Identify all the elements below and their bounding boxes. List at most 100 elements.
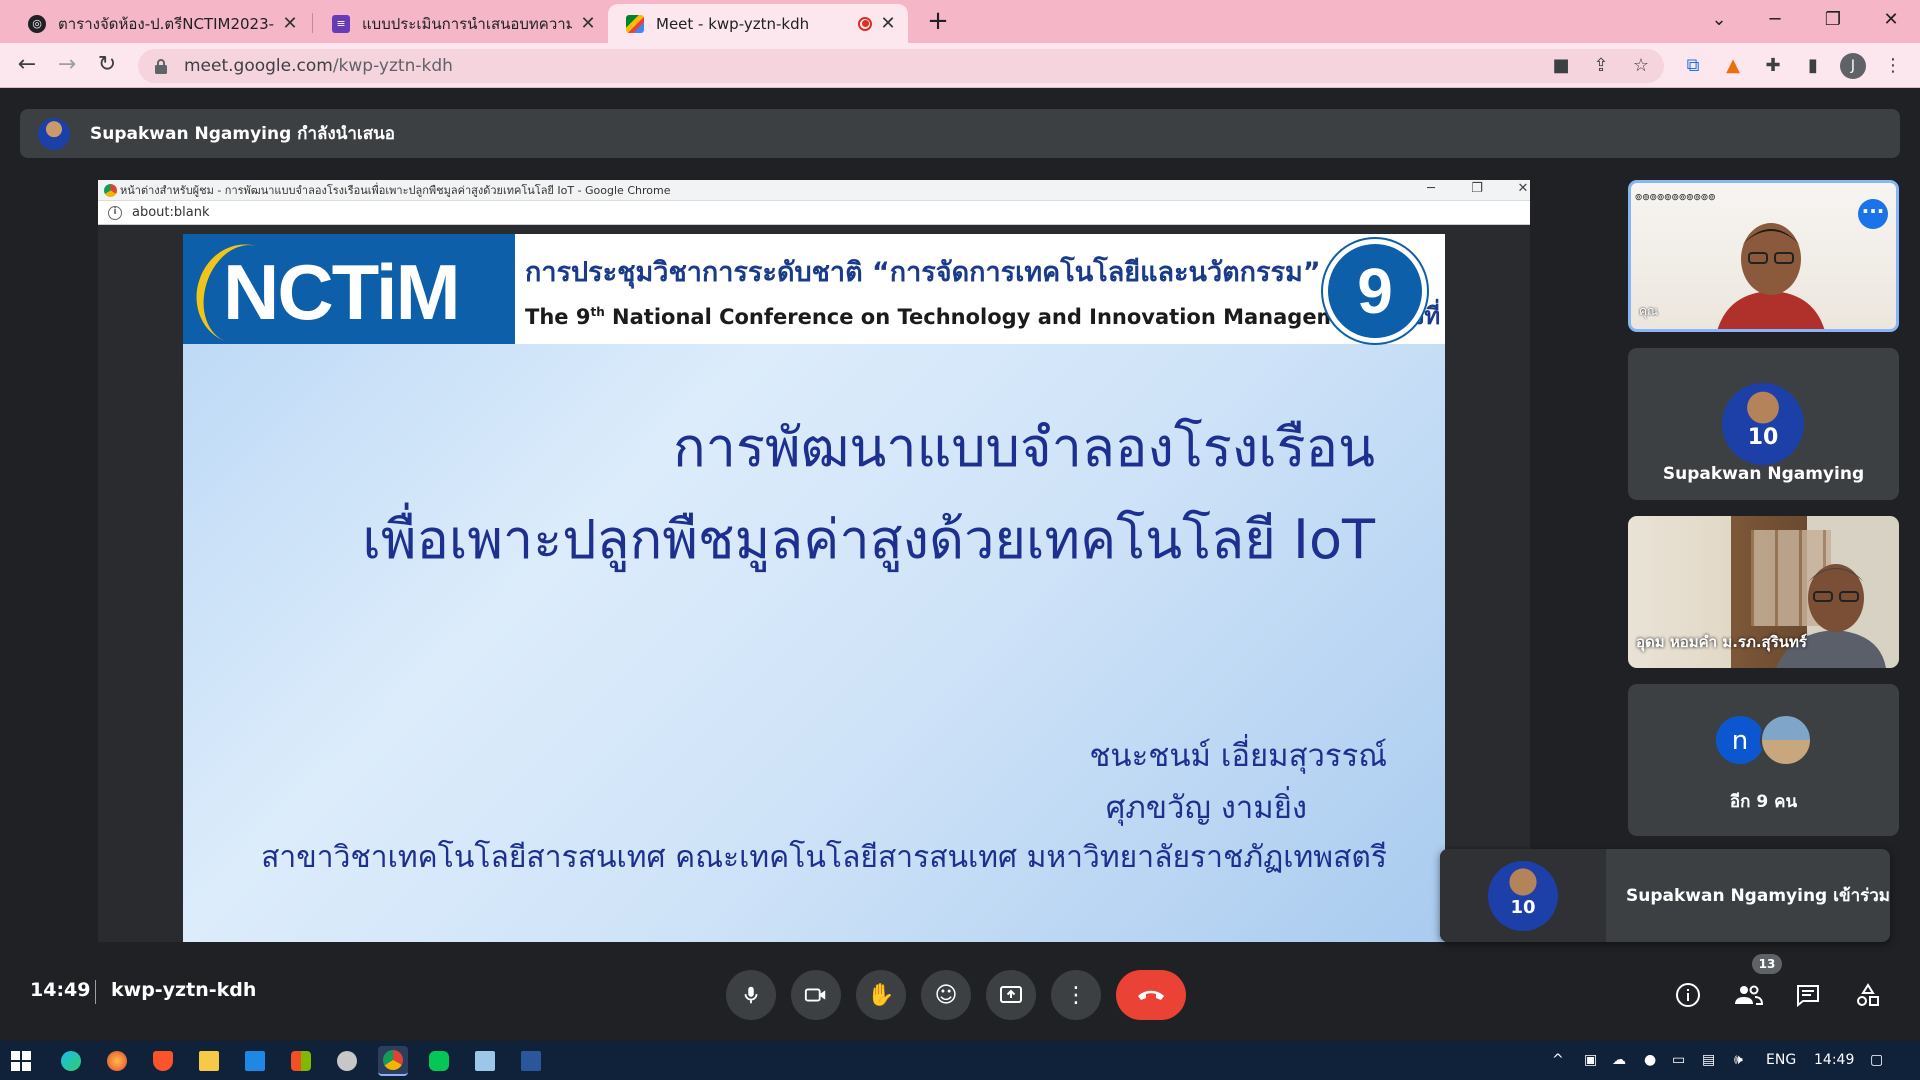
microphone-button[interactable] [726, 970, 776, 1020]
line-app[interactable] [424, 1046, 454, 1076]
onedrive-icon[interactable]: ☁ [1612, 1052, 1626, 1068]
url-path: /kwp-yztn-kdh [332, 56, 453, 76]
emoji-icon: ☺ [934, 982, 958, 1008]
toast-avatar-wrap: 10 [1440, 849, 1606, 942]
conference-title-th: การประชุมวิชาการระดับชาติ “การจัดการเทคโ… [525, 257, 1321, 288]
leave-call-button[interactable] [1116, 970, 1186, 1020]
camera-in-use-icon[interactable]: ■ [1548, 53, 1574, 79]
participant-avatar-n: n [1714, 714, 1766, 766]
brave-app[interactable] [148, 1046, 178, 1076]
tray-device-icon[interactable]: ▣ [1584, 1052, 1597, 1068]
tray-chevron-icon[interactable]: ^ [1552, 1052, 1564, 1068]
participant-name: Supakwan Ngamying [1662, 464, 1865, 484]
address-bar[interactable]: meet.google.com/kwp-yztn-kdh [138, 49, 1664, 83]
tab-title: ตารางจัดห้อง-ป.ตรีNCTIM2023-ล่าสุด [58, 14, 274, 33]
word-app[interactable] [516, 1046, 546, 1076]
tab-title: แบบประเมินการนำเสนอบทความวิชาการ [362, 14, 572, 33]
participant-tile-self[interactable]: ๏๏๏๏๏๏๏๏๏๏๏ ··· คุณ [1628, 180, 1899, 332]
volume-icon[interactable]: 🕪 [1734, 1052, 1743, 1068]
extension-icon[interactable]: ▲ [1720, 53, 1746, 79]
chrome-app[interactable] [378, 1046, 408, 1076]
chrome-menu-icon[interactable]: ⋮ [1880, 53, 1906, 79]
slide-title-line2: เพื่อเพาะปลูกพืชมูลค่าสูงด้วยเทคโนโลยี I… [362, 508, 1375, 571]
close-tab-icon[interactable]: ✕ [878, 13, 898, 34]
shared-screen: หน้าต่างสำหรับผู้ชม - การพัฒนาแบบจำลองโร… [98, 180, 1530, 942]
minimize-button[interactable]: ─ [1752, 6, 1798, 36]
close-window-button[interactable]: ✕ [1868, 6, 1914, 36]
self-label: คุณ [1639, 304, 1659, 318]
windows-start-button[interactable] [6, 1046, 36, 1076]
translate-extension-icon[interactable]: ⧉ [1680, 53, 1706, 79]
firefox-app[interactable] [102, 1046, 132, 1076]
forward-button[interactable]: → [52, 51, 82, 81]
tab-meet[interactable]: Meet - kwp-yztn-kdh ✕ [608, 4, 908, 43]
share-icon[interactable]: ⇪ [1588, 53, 1614, 79]
toast-message: Supakwan Ngamying เข้าร่วม [1625, 886, 1890, 906]
chat-button[interactable] [1790, 977, 1826, 1013]
side-panel-icon[interactable]: ▮ [1800, 53, 1826, 79]
windows-taskbar: ^ ▣ ☁ ● ▭ ▤ 🕪 ENG 14:49 ▢ [0, 1041, 1920, 1080]
notification-center-icon[interactable]: ▢ [1870, 1052, 1883, 1068]
app-icon [337, 1051, 357, 1071]
back-button[interactable]: ← [12, 51, 42, 81]
conference-number: 9 [1323, 239, 1427, 343]
tab-divider [312, 13, 313, 33]
close-tab-icon[interactable]: ✕ [578, 13, 598, 34]
reactions-button[interactable]: ☺ [921, 970, 971, 1020]
more-options-button[interactable]: ⋮ [1051, 970, 1101, 1020]
folder-icon [199, 1051, 219, 1071]
shared-window-address: i about:blank [98, 201, 1530, 225]
meeting-time: 14:49 [30, 979, 91, 1001]
participant-tile-others[interactable]: n อีก 9 คน [1628, 684, 1899, 836]
slide-author-1: ชนะชนม์ เอี่ยมสุวรรณ์ [1089, 738, 1387, 774]
activities-button[interactable] [1850, 977, 1886, 1013]
present-icon [1000, 986, 1022, 1003]
participant-tile-udom[interactable]: อุดม หอมคำ ม.รภ.สุรินทร์ [1628, 516, 1899, 668]
language-indicator[interactable]: ENG [1766, 1052, 1796, 1068]
people-count-badge: 13 [1752, 954, 1782, 974]
conference-en-post: National Conference on Technology and In… [604, 305, 1378, 329]
taskbar-clock[interactable]: 14:49 [1814, 1052, 1854, 1068]
self-overlay-text: ๏๏๏๏๏๏๏๏๏๏๏ [1635, 189, 1716, 203]
more-vert-icon: ⋮ [1065, 982, 1087, 1008]
participant-tile-supakwan[interactable]: 10 Supakwan Ngamying [1628, 348, 1899, 500]
network-icon[interactable]: ▤ [1702, 1052, 1715, 1068]
camera-button[interactable] [791, 970, 841, 1020]
edge-app[interactable] [56, 1046, 86, 1076]
microphone-icon [744, 986, 758, 1004]
people-button[interactable] [1730, 977, 1766, 1013]
tab-room-schedule[interactable]: ◎ ตารางจัดห้อง-ป.ตรีNCTIM2023-ล่าสุด ✕ [10, 4, 310, 43]
reload-button[interactable]: ↻ [92, 51, 122, 81]
join-notification: 10 Supakwan Ngamying เข้าร่วม [1440, 849, 1890, 942]
present-screen-button[interactable] [986, 970, 1036, 1020]
meeting-details-button[interactable] [1670, 977, 1706, 1013]
generic-app[interactable] [332, 1046, 362, 1076]
presentation-slide: NCTiM การประชุมวิชาการระดับชาติ “การจัดก… [183, 234, 1445, 942]
chrome-logo-icon [104, 184, 117, 197]
tab-title: Meet - kwp-yztn-kdh [656, 14, 810, 33]
microphone-tray-icon[interactable]: ● [1644, 1052, 1656, 1068]
profile-avatar[interactable]: J [1840, 53, 1866, 79]
notes-app[interactable] [470, 1046, 500, 1076]
windows-logo-icon [11, 1051, 31, 1071]
tab-search-icon[interactable]: ⌄ [1696, 6, 1742, 36]
participant-name: อุดม หอมคำ ม.รภ.สุรินทร์ [1636, 633, 1807, 651]
tab-evaluation-form[interactable]: ≡ แบบประเมินการนำเสนอบทความวิชาการ ✕ [314, 4, 608, 43]
more-options-icon[interactable]: ··· [1858, 199, 1888, 229]
battery-icon[interactable]: ▭ [1672, 1052, 1685, 1068]
restore-button[interactable]: ❐ [1810, 6, 1856, 36]
bookmark-star-icon[interactable]: ☆ [1628, 53, 1654, 79]
activities-icon [1857, 983, 1879, 1006]
raise-hand-button[interactable]: ✋ [856, 970, 906, 1020]
store-app[interactable] [286, 1046, 316, 1076]
line-icon [429, 1051, 449, 1071]
restore-icon: ❐ [1471, 181, 1483, 196]
logo-text: NCTiM [223, 248, 461, 336]
minimize-icon: ─ [1427, 181, 1435, 196]
file-explorer-app[interactable] [194, 1046, 224, 1076]
mail-app[interactable] [240, 1046, 270, 1076]
document-icon [521, 1051, 541, 1071]
new-tab-button[interactable]: + [924, 8, 952, 36]
close-tab-icon[interactable]: ✕ [280, 13, 300, 34]
extensions-puzzle-icon[interactable]: ✚ [1760, 53, 1786, 79]
